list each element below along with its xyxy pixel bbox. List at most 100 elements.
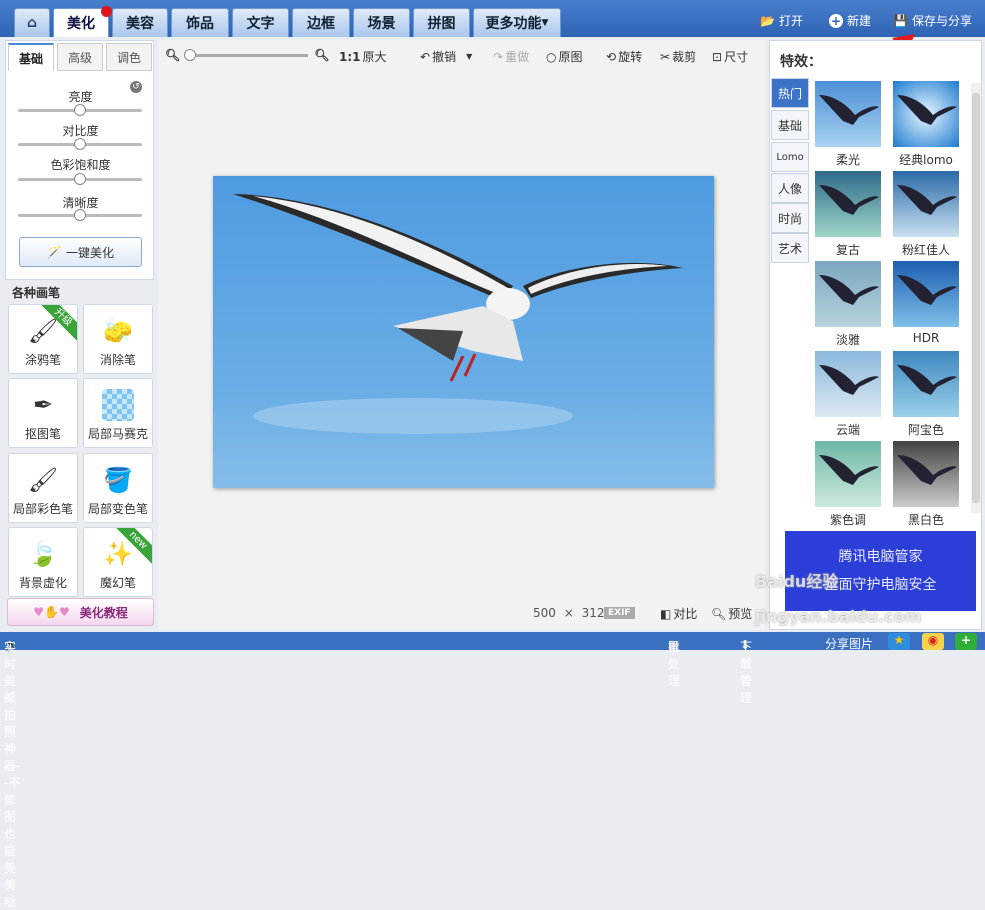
- effect-tab-art[interactable]: 艺术: [771, 233, 809, 263]
- eraser-icon: 🧽: [103, 317, 133, 345]
- top-bar: ⌂ 美化 美容 饰品 文字 边框 场景 拼图 更多功能 ▼ 📂 打开 + 新建 💾 保存…: [0, 0, 985, 37]
- chevron-down-icon: ▼: [541, 18, 549, 28]
- tab-more[interactable]: 更多功能 ▼: [473, 8, 561, 37]
- zoom-slider[interactable]: [184, 48, 309, 61]
- pen-icon: ✒: [32, 391, 54, 419]
- brush-cutout[interactable]: ✒ 抠图笔: [8, 378, 78, 448]
- effect-tab-lomo[interactable]: Lomo: [771, 142, 809, 172]
- zoom-out-icon[interactable]: 🔍︎: [165, 48, 180, 62]
- effects-panel: 特效： 热门 基础 Lomo 人像 时尚 艺术 柔光 经典lomo 复古 粉红佳人 淡雅…: [769, 40, 982, 630]
- effect-label: 柔光: [835, 153, 860, 167]
- effect-label: 云端: [835, 423, 860, 437]
- scissors-icon: ✂: [660, 49, 671, 64]
- tab-advanced[interactable]: 高级: [57, 43, 103, 71]
- adjust-panel: 基础 高级 调色 ↺ 亮度 对比度 色彩饱和度 清晰度 🪄 一键美化: [5, 40, 154, 280]
- magic-icon: 🪄: [47, 245, 62, 259]
- compare-button[interactable]: ◧ 对比: [660, 605, 697, 622]
- save-share-button[interactable]: 💾 保存与分享: [893, 12, 972, 29]
- slider-handle[interactable]: [74, 209, 86, 221]
- original-button[interactable]: ○ 原图: [546, 48, 583, 65]
- effect-thumbnail[interactable]: [893, 351, 959, 417]
- effect-thumbnail[interactable]: [893, 171, 959, 237]
- auto-beautify-button[interactable]: 🪄 一键美化: [19, 237, 142, 267]
- effect-tab-portrait[interactable]: 人像: [771, 173, 809, 203]
- undo-icon: ↶: [420, 49, 431, 64]
- paint-bucket-icon: 🪣: [103, 466, 133, 494]
- photo-seagull[interactable]: [213, 176, 714, 488]
- effect-thumbnail[interactable]: [893, 441, 959, 507]
- slider-handle[interactable]: [184, 48, 197, 61]
- tutorial-button[interactable]: ♥✋♥ 美化教程: [7, 598, 154, 626]
- effect-label: 阿宝色: [907, 423, 944, 437]
- effect-thumbnail[interactable]: [815, 81, 881, 147]
- circle-icon: ○: [546, 49, 557, 64]
- brushes-heading: 各种画笔: [12, 286, 61, 300]
- more-share-icon[interactable]: +: [955, 633, 977, 650]
- brush-mosaic[interactable]: 局部马赛克: [83, 378, 153, 448]
- effect-label: 紫色调: [829, 513, 866, 527]
- qzone-icon[interactable]: ★: [888, 633, 910, 650]
- home-icon: ⌂: [26, 15, 38, 31]
- sharpness-slider[interactable]: [18, 209, 142, 221]
- redo-button[interactable]: ↷ 重做: [493, 48, 529, 65]
- open-button[interactable]: 📂 打开: [760, 12, 803, 29]
- new-button[interactable]: + 新建: [829, 12, 871, 29]
- effects-scrollbar[interactable]: [971, 83, 981, 513]
- effect-thumbnail[interactable]: [815, 171, 881, 237]
- tab-collage[interactable]: 拼图: [413, 8, 470, 37]
- chevron-down-icon[interactable]: ▼: [466, 52, 472, 61]
- resize-icon: ⊡: [712, 49, 723, 64]
- tab-basic[interactable]: 基础: [8, 43, 54, 71]
- contrast-slider[interactable]: [18, 138, 142, 150]
- home-tab[interactable]: ⌂: [14, 8, 50, 37]
- tab-frame[interactable]: 边框: [292, 8, 350, 37]
- brush-eraser[interactable]: 🧽 消除笔: [83, 304, 153, 374]
- zoom-in-icon[interactable]: 🔍︎: [314, 48, 329, 62]
- tab-scene[interactable]: 场景: [353, 8, 410, 37]
- effect-tab-fashion[interactable]: 时尚: [771, 203, 809, 233]
- effect-label: 黑白色: [907, 513, 944, 527]
- rotate-button[interactable]: ⟲ 旋转: [606, 48, 642, 65]
- brush-color[interactable]: 🖌 局部彩色笔: [8, 453, 78, 523]
- brightness-slider[interactable]: [18, 104, 142, 116]
- brush-blur[interactable]: 🍃 背景虚化: [8, 527, 78, 597]
- brush-doodle[interactable]: 🖌 涂鸦笔 升级: [8, 304, 78, 374]
- effect-thumbnail[interactable]: [893, 261, 959, 327]
- saturation-slider[interactable]: [18, 173, 142, 185]
- tab-beautify[interactable]: 美化: [53, 6, 112, 37]
- paintbrush-icon: 🖌: [27, 466, 59, 494]
- resize-button[interactable]: ⊡ 尺寸: [712, 48, 748, 65]
- effect-thumbnail[interactable]: [893, 81, 959, 147]
- brightness-label: 亮度: [68, 90, 93, 104]
- hand-icon: ♥✋♥: [33, 605, 70, 619]
- slider-handle[interactable]: [74, 138, 86, 150]
- effect-thumbnail[interactable]: [815, 261, 881, 327]
- weibo-icon[interactable]: ◉: [922, 633, 944, 650]
- rotate-icon: ⟲: [606, 49, 617, 64]
- zoom-control: 🔍︎ 🔍︎: [165, 48, 329, 62]
- tab-decor[interactable]: 饰品: [171, 8, 229, 37]
- compare-icon: ◧: [660, 606, 672, 621]
- original-size-button[interactable]: 1:1 原大: [339, 48, 387, 65]
- tab-text[interactable]: 文字: [232, 8, 289, 37]
- preview-icon: 🔍︎: [711, 606, 727, 621]
- effect-thumbnail[interactable]: [815, 351, 881, 417]
- effect-thumbnail[interactable]: [815, 441, 881, 507]
- effect-tab-hot[interactable]: 热门: [771, 78, 809, 108]
- exif-button[interactable]: EXIF: [604, 607, 635, 619]
- scroll-thumb[interactable]: [972, 93, 980, 503]
- crop-button[interactable]: ✂ 裁剪: [660, 48, 696, 65]
- effect-tab-basic[interactable]: 基础: [771, 110, 809, 140]
- undo-button[interactable]: ↶ 撤销 ▼: [420, 48, 472, 65]
- share-label: 分享图片: [825, 637, 874, 651]
- brush-magic[interactable]: ✨ 魔幻笔 new: [83, 527, 153, 597]
- preview-button[interactable]: 🔍︎ 预览: [711, 605, 752, 622]
- slider-handle[interactable]: [74, 104, 86, 116]
- folder-icon: 📂: [760, 13, 775, 28]
- tab-color[interactable]: 调色: [106, 43, 152, 71]
- slider-handle[interactable]: [74, 173, 86, 185]
- notification-dot: [101, 6, 112, 17]
- saturation-label: 色彩饱和度: [50, 158, 111, 172]
- brush-recolor[interactable]: 🪣 局部变色笔: [83, 453, 153, 523]
- tab-beauty[interactable]: 美容: [112, 8, 168, 37]
